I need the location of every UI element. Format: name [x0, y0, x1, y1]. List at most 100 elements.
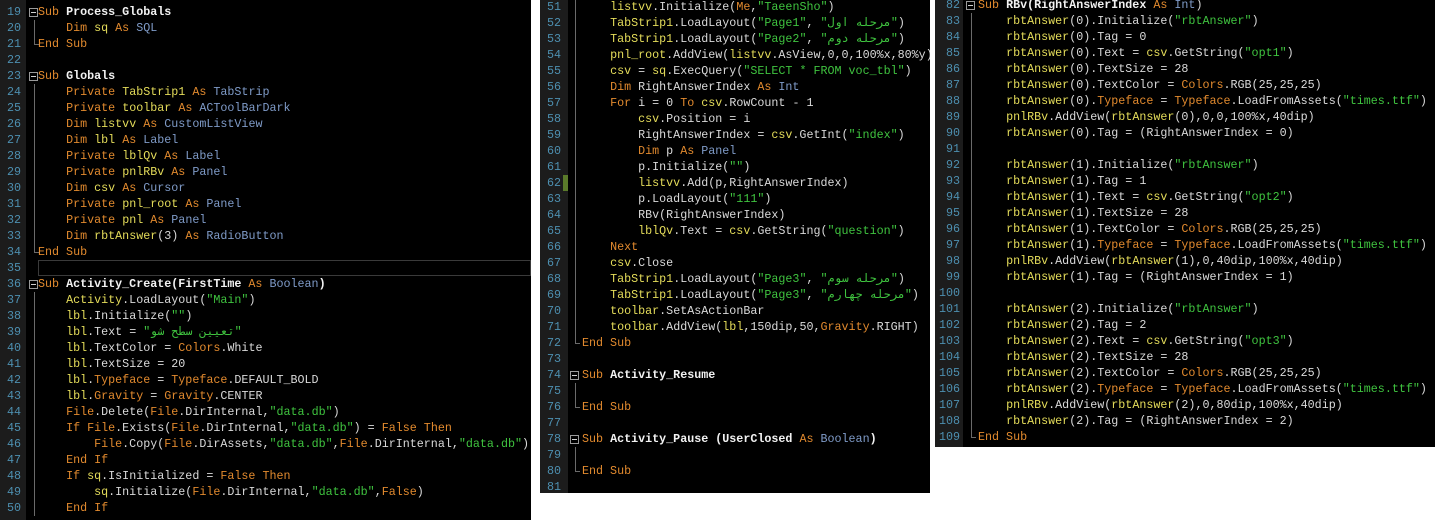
code-text[interactable]: Private TabStrip1 As TabStrip — [38, 84, 269, 100]
code-line[interactable]: 91 — [935, 141, 1435, 157]
code-text[interactable]: rbtAnswer(1).Tag = 1 — [978, 173, 1146, 189]
code-text[interactable]: Dim csv As Cursor — [38, 180, 185, 196]
code-text[interactable]: End Sub — [978, 429, 1027, 445]
code-text[interactable]: p.Initialize("") — [582, 159, 750, 175]
code-text[interactable]: pnl_root.AddView(listvv.AsView,0,0,100%x… — [582, 47, 930, 63]
code-text[interactable]: TabStrip1.LoadLayout("Page3", "مرحله چها… — [582, 287, 919, 303]
code-line[interactable]: 83 rbtAnswer(0).Initialize("rbtAnswer") — [935, 13, 1435, 29]
code-line[interactable]: 39 lbl.Text = "تعيين سطح شو" — [0, 324, 531, 340]
code-line[interactable]: 70 toolbar.SetAsActionBar — [540, 303, 930, 319]
code-text[interactable]: p.LoadLayout("111") — [582, 191, 771, 207]
code-editor-pane-left[interactable]: 19 Sub Process_Globals 20 Dim sq As SQL 21 E… — [0, 0, 531, 520]
code-line[interactable]: 20 Dim sq As SQL — [0, 20, 531, 36]
code-text[interactable]: End If — [38, 500, 108, 516]
code-line[interactable]: 80 End Sub — [540, 463, 930, 479]
code-text[interactable]: rbtAnswer(0).Tag = 0 — [978, 29, 1146, 45]
code-text[interactable]: rbtAnswer(1).TextColor = Colors.RGB(25,2… — [978, 221, 1322, 237]
code-text[interactable]: rbtAnswer(2).Typeface = Typeface.LoadFro… — [978, 381, 1427, 397]
collapse-fold-icon[interactable] — [570, 435, 579, 444]
code-text[interactable]: TabStrip1.LoadLayout("Page2", "مرحله دوم… — [582, 31, 905, 47]
code-line[interactable]: 25 Private toolbar As ACToolBarDark — [0, 100, 531, 116]
code-text[interactable]: End If — [38, 452, 108, 468]
code-lines[interactable]: 82 Sub RBv(RightAnswerIndex As Int) 83 rbt… — [935, 0, 1435, 445]
code-text[interactable]: rbtAnswer(1).Initialize("rbtAnswer") — [978, 157, 1259, 173]
code-line[interactable]: 45 If File.Exists(File.DirInternal,"data… — [0, 420, 531, 436]
collapse-fold-icon[interactable] — [966, 1, 975, 10]
code-line[interactable]: 37 Activity.LoadLayout("Main") — [0, 292, 531, 308]
code-text[interactable]: lbl.Typeface = Typeface.DEFAULT_BOLD — [38, 372, 319, 388]
code-text[interactable]: End Sub — [582, 399, 631, 415]
code-text[interactable]: csv.Position = i — [582, 111, 750, 127]
code-line[interactable]: 33 Dim rbtAnswer(3) As RadioButton — [0, 228, 531, 244]
code-line[interactable]: 68 TabStrip1.LoadLayout("Page3", "مرحله … — [540, 271, 930, 287]
code-text[interactable]: Sub RBv(RightAnswerIndex As Int) — [978, 0, 1202, 13]
code-text[interactable]: Private toolbar As ACToolBarDark — [38, 100, 290, 116]
code-line[interactable]: 104 rbtAnswer(2).TextSize = 28 — [935, 349, 1435, 365]
code-line[interactable]: 24 Private TabStrip1 As TabStrip — [0, 84, 531, 100]
code-text[interactable]: pnlRBv.AddView(rbtAnswer(2),0,80dip,100%… — [978, 397, 1343, 413]
code-text[interactable]: sq.Initialize(File.DirInternal,"data.db"… — [38, 484, 424, 500]
code-editor-pane-right[interactable]: 82 Sub RBv(RightAnswerIndex As Int) 83 rbt… — [935, 0, 1435, 447]
code-text[interactable]: Dim rbtAnswer(3) As RadioButton — [38, 228, 283, 244]
code-text[interactable]: csv = sq.ExecQuery("SELECT * FROM voc_tb… — [582, 63, 912, 79]
code-text[interactable]: File.Copy(File.DirAssets,"data.db",File.… — [38, 436, 529, 452]
code-line[interactable]: 78 Sub Activity_Pause (UserClosed As Bool… — [540, 431, 930, 447]
code-line[interactable]: 58 csv.Position = i — [540, 111, 930, 127]
code-line[interactable]: 103 rbtAnswer(2).Text = csv.GetString("o… — [935, 333, 1435, 349]
code-line[interactable]: 42 lbl.Typeface = Typeface.DEFAULT_BOLD — [0, 372, 531, 388]
code-line[interactable]: 84 rbtAnswer(0).Tag = 0 — [935, 29, 1435, 45]
code-text[interactable]: End Sub — [38, 244, 87, 260]
code-line[interactable]: 72 End Sub — [540, 335, 930, 351]
code-text[interactable]: toolbar.SetAsActionBar — [582, 303, 764, 319]
code-line[interactable]: 93 rbtAnswer(1).Tag = 1 — [935, 173, 1435, 189]
code-line[interactable]: 86 rbtAnswer(0).TextSize = 28 — [935, 61, 1435, 77]
code-line[interactable]: 64 RBv(RightAnswerIndex) — [540, 207, 930, 223]
code-line[interactable]: 94 rbtAnswer(1).Text = csv.GetString("op… — [935, 189, 1435, 205]
code-line[interactable]: 97 rbtAnswer(1).Typeface = Typeface.Load… — [935, 237, 1435, 253]
code-text[interactable]: Activity.LoadLayout("Main") — [38, 292, 255, 308]
code-text[interactable]: lbl.Text = "تعيين سطح شو" — [38, 324, 242, 340]
code-editor-pane-middle[interactable]: 51 listvv.Initialize(Me,"TaeenSho") 52 Ta… — [540, 0, 930, 493]
code-line[interactable]: 102 rbtAnswer(2).Tag = 2 — [935, 317, 1435, 333]
code-text[interactable]: Sub Globals — [38, 68, 115, 84]
code-line[interactable]: 79 — [540, 447, 930, 463]
code-text[interactable]: Private pnl_root As Panel — [38, 196, 241, 212]
code-text[interactable]: pnlRBv.AddView(rbtAnswer(0),0,0,100%x,40… — [978, 109, 1315, 125]
code-line[interactable]: 56 Dim RightAnswerIndex As Int — [540, 79, 930, 95]
code-line[interactable]: 75 — [540, 383, 930, 399]
code-text[interactable]: Next — [582, 239, 638, 255]
code-text[interactable]: lbl.Gravity = Gravity.CENTER — [38, 388, 262, 404]
code-line[interactable]: 74 Sub Activity_Resume — [540, 367, 930, 383]
code-text[interactable]: Private pnlRBv As Panel — [38, 164, 227, 180]
code-line[interactable]: 32 Private pnl As Panel — [0, 212, 531, 228]
code-line[interactable]: 69 TabStrip1.LoadLayout("Page3", "مرحله … — [540, 287, 930, 303]
code-text[interactable]: Dim sq As SQL — [38, 20, 157, 36]
code-line[interactable]: 35 — [0, 260, 531, 276]
code-text[interactable]: If sq.IsInitialized = False Then — [38, 468, 290, 484]
code-text[interactable]: rbtAnswer(2).Initialize("rbtAnswer") — [978, 301, 1259, 317]
code-line[interactable]: 77 — [540, 415, 930, 431]
code-line[interactable]: 106 rbtAnswer(2).Typeface = Typeface.Loa… — [935, 381, 1435, 397]
code-text[interactable]: Private lblQv As Label — [38, 148, 220, 164]
code-line[interactable]: 67 csv.Close — [540, 255, 930, 271]
collapse-fold-icon[interactable] — [29, 280, 38, 289]
code-line[interactable]: 22 — [0, 52, 531, 68]
code-text[interactable]: File.Delete(File.DirInternal,"data.db") — [38, 404, 340, 420]
collapse-fold-icon[interactable] — [570, 371, 579, 380]
code-line[interactable]: 92 rbtAnswer(1).Initialize("rbtAnswer") — [935, 157, 1435, 173]
code-line[interactable]: 27 Dim lbl As Label — [0, 132, 531, 148]
code-line[interactable]: 34 End Sub — [0, 244, 531, 260]
code-line[interactable]: 101 rbtAnswer(2).Initialize("rbtAnswer") — [935, 301, 1435, 317]
code-line[interactable]: 63 p.LoadLayout("111") — [540, 191, 930, 207]
code-line[interactable]: 107 pnlRBv.AddView(rbtAnswer(2),0,80dip,… — [935, 397, 1435, 413]
code-line[interactable]: 73 — [540, 351, 930, 367]
code-text[interactable]: rbtAnswer(2).TextSize = 28 — [978, 349, 1188, 365]
code-lines[interactable]: 19 Sub Process_Globals 20 Dim sq As SQL 21 E… — [0, 4, 531, 516]
code-text[interactable]: rbtAnswer(1).Typeface = Typeface.LoadFro… — [978, 237, 1427, 253]
code-line[interactable]: 26 Dim listvv As CustomListView — [0, 116, 531, 132]
code-line[interactable]: 89 pnlRBv.AddView(rbtAnswer(0),0,0,100%x… — [935, 109, 1435, 125]
code-line[interactable]: 54 pnl_root.AddView(listvv.AsView,0,0,10… — [540, 47, 930, 63]
code-line[interactable]: 96 rbtAnswer(1).TextColor = Colors.RGB(2… — [935, 221, 1435, 237]
code-line[interactable]: 76 End Sub — [540, 399, 930, 415]
code-text[interactable]: TabStrip1.LoadLayout("Page3", "مرحله سوم… — [582, 271, 905, 287]
